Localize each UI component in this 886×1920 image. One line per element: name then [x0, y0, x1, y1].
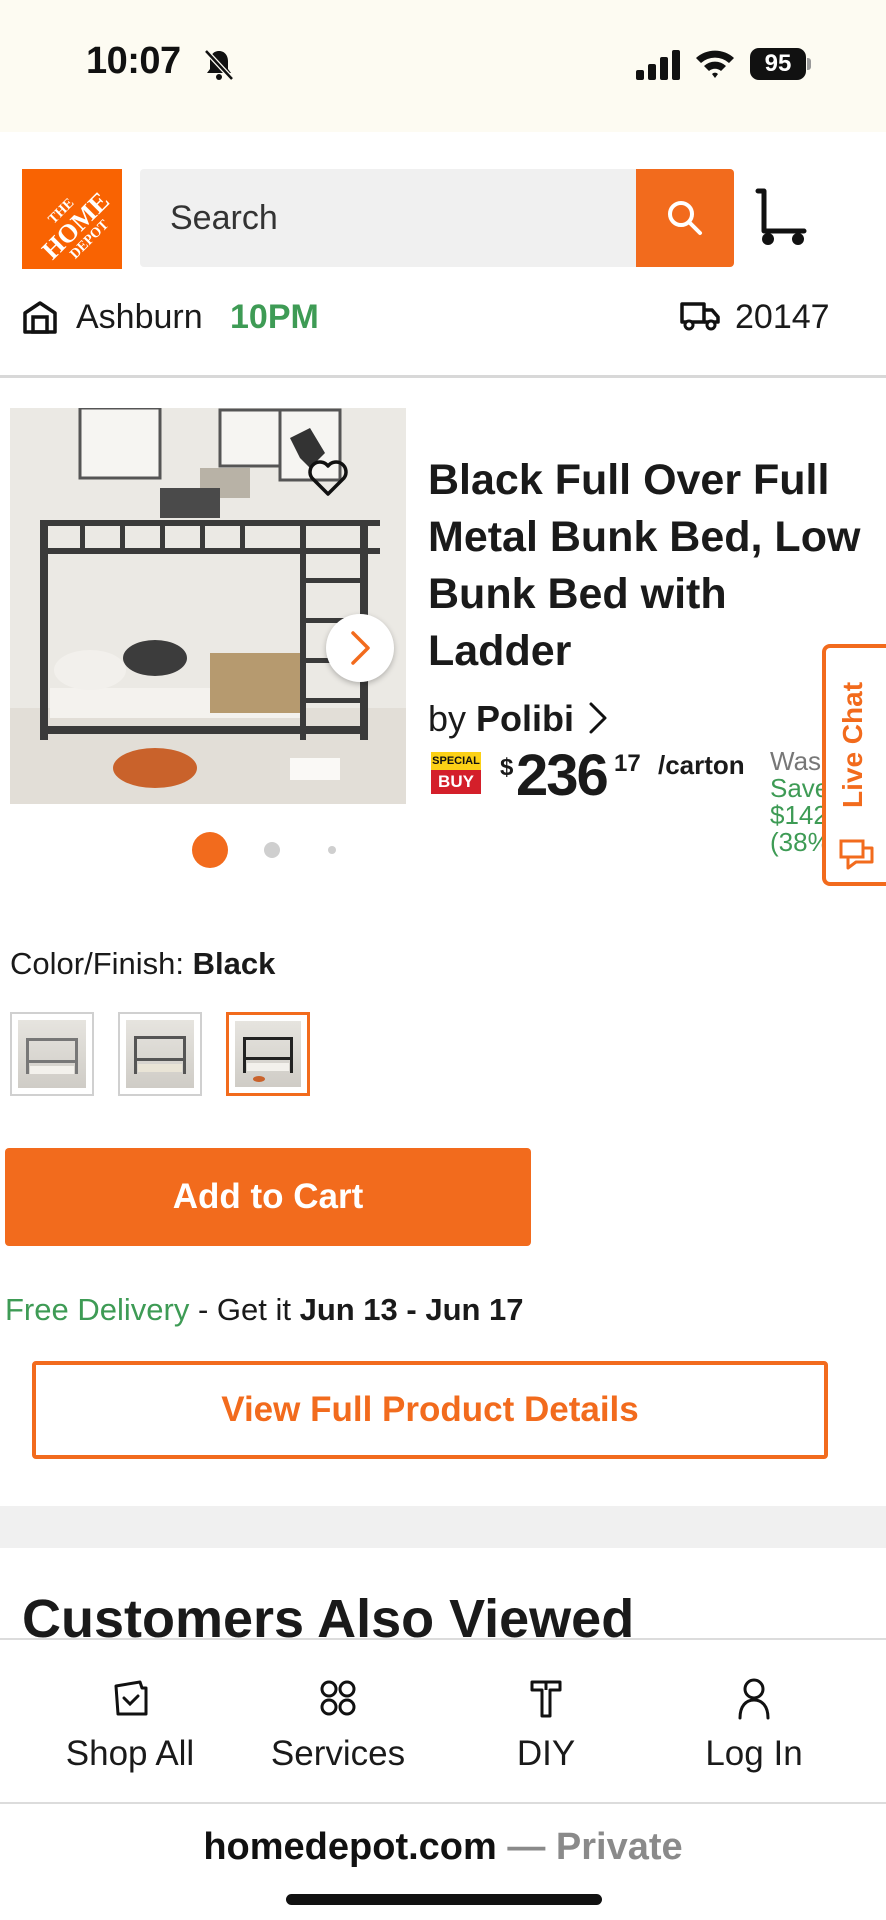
cart-icon[interactable] [754, 187, 810, 247]
url-domain: homedepot.com [203, 1826, 497, 1868]
store-icon [23, 301, 57, 334]
bottom-navigation: Shop All Services DIY Log In [0, 1638, 886, 1804]
search-icon [668, 201, 702, 235]
swatch-thumbnail [18, 1020, 86, 1088]
color-finish-label: Color/Finish: Black [10, 946, 275, 982]
battery-tip [807, 58, 811, 70]
color-swatch-selected[interactable] [226, 1012, 310, 1096]
search-placeholder: Search [170, 199, 278, 237]
home-indicator[interactable] [286, 1894, 602, 1905]
nav-label: DIY [516, 1734, 576, 1773]
color-label-text: Color/Finish: [10, 946, 184, 981]
logo-text: THE HOME DEPOT [22, 169, 122, 269]
color-value: Black [192, 946, 276, 981]
favorite-heart-icon[interactable] [306, 458, 350, 498]
swatch-thumbnail [235, 1021, 301, 1087]
special-buy-top: SPECIAL [431, 752, 481, 770]
store-hours: 10PM [230, 298, 319, 336]
product-image[interactable] [10, 408, 406, 804]
pagination-dot[interactable] [264, 842, 280, 858]
chat-bubble-icon [839, 839, 874, 870]
brand-link[interactable]: Polibi [476, 698, 574, 739]
price-cents: 17 [614, 750, 641, 777]
nav-diy[interactable]: DIY [446, 1676, 646, 1786]
price-dollars: 236 [516, 743, 609, 808]
brand-byline[interactable]: by Polibi [428, 698, 608, 740]
browser-url-bar[interactable]: homedepot.com — Private [0, 1804, 886, 1920]
site-header: THE HOME DEPOT Search Ashburn 10PM 20147 [0, 132, 886, 378]
price-unit: /carton [658, 750, 745, 780]
color-swatch[interactable] [118, 1012, 202, 1096]
live-chat-tab[interactable]: Live Chat [822, 644, 886, 886]
add-to-cart-button[interactable]: Add to Cart [5, 1148, 531, 1246]
color-swatch[interactable] [10, 1012, 94, 1096]
delivery-dates: Jun 13 - Jun 17 [299, 1292, 524, 1327]
product-title: Black Full Over Full Metal Bunk Bed, Low… [428, 456, 861, 675]
status-time: 10:07 [86, 40, 181, 82]
battery-level: 95 [750, 48, 806, 80]
home-depot-logo[interactable]: THE HOME DEPOT [22, 169, 122, 269]
url-text[interactable]: homedepot.com — Private [0, 1826, 886, 1869]
nav-log-in[interactable]: Log In [654, 1676, 854, 1786]
swatch-thumbnail [126, 1020, 194, 1088]
nav-shop-all[interactable]: Shop All [30, 1676, 230, 1786]
store-name[interactable]: Ashburn [76, 298, 203, 337]
free-delivery-label: Free Delivery [5, 1292, 190, 1327]
battery-indicator: 95 [750, 48, 812, 82]
delivery-mid-text: - Get it [189, 1292, 300, 1327]
store-row[interactable]: Ashburn 10PM 20147 [0, 292, 886, 342]
services-icon [320, 1680, 356, 1716]
shop-all-icon [114, 1680, 148, 1716]
status-bar: 10:07 95 [0, 0, 886, 132]
image-pagination [180, 832, 360, 872]
live-chat-label: Live Chat [837, 681, 868, 808]
view-full-product-details-button[interactable]: View Full Product Details [32, 1361, 828, 1459]
product-card: Black Full Over Full Metal Bunk Bed, Low… [0, 386, 874, 1506]
private-mode-label: — Private [496, 1826, 683, 1868]
chevron-right-icon [589, 702, 607, 734]
nav-label: Shop All [65, 1734, 195, 1773]
pagination-dot-active[interactable] [192, 832, 228, 868]
by-label: by [428, 698, 467, 739]
special-buy-bottom: BUY [431, 770, 481, 794]
next-image-button[interactable] [326, 614, 394, 682]
nav-label: Services [270, 1734, 406, 1773]
bell-muted-icon [204, 49, 234, 81]
header-divider [0, 375, 886, 378]
user-icon [738, 1678, 770, 1720]
search-input[interactable]: Search [140, 169, 636, 267]
wifi-icon [696, 50, 734, 78]
special-buy-badge: SPECIAL BUY [431, 752, 481, 796]
chevron-right-icon [351, 631, 370, 665]
delivery-truck-icon [680, 302, 720, 331]
diy-hammer-icon [530, 1680, 562, 1718]
nav-services[interactable]: Services [238, 1676, 438, 1786]
customers-also-viewed-heading: Customers Also Viewed [22, 1589, 635, 1640]
delivery-info: Free Delivery - Get it Jun 13 - Jun 17 [5, 1292, 524, 1328]
section-separator [0, 1506, 886, 1548]
cellular-signal-icon [636, 50, 680, 80]
search-button[interactable] [636, 169, 734, 267]
pagination-dot[interactable] [328, 846, 336, 854]
nav-label: Log In [705, 1734, 803, 1773]
price-currency: $ [500, 754, 514, 781]
zip-code[interactable]: 20147 [735, 298, 830, 337]
